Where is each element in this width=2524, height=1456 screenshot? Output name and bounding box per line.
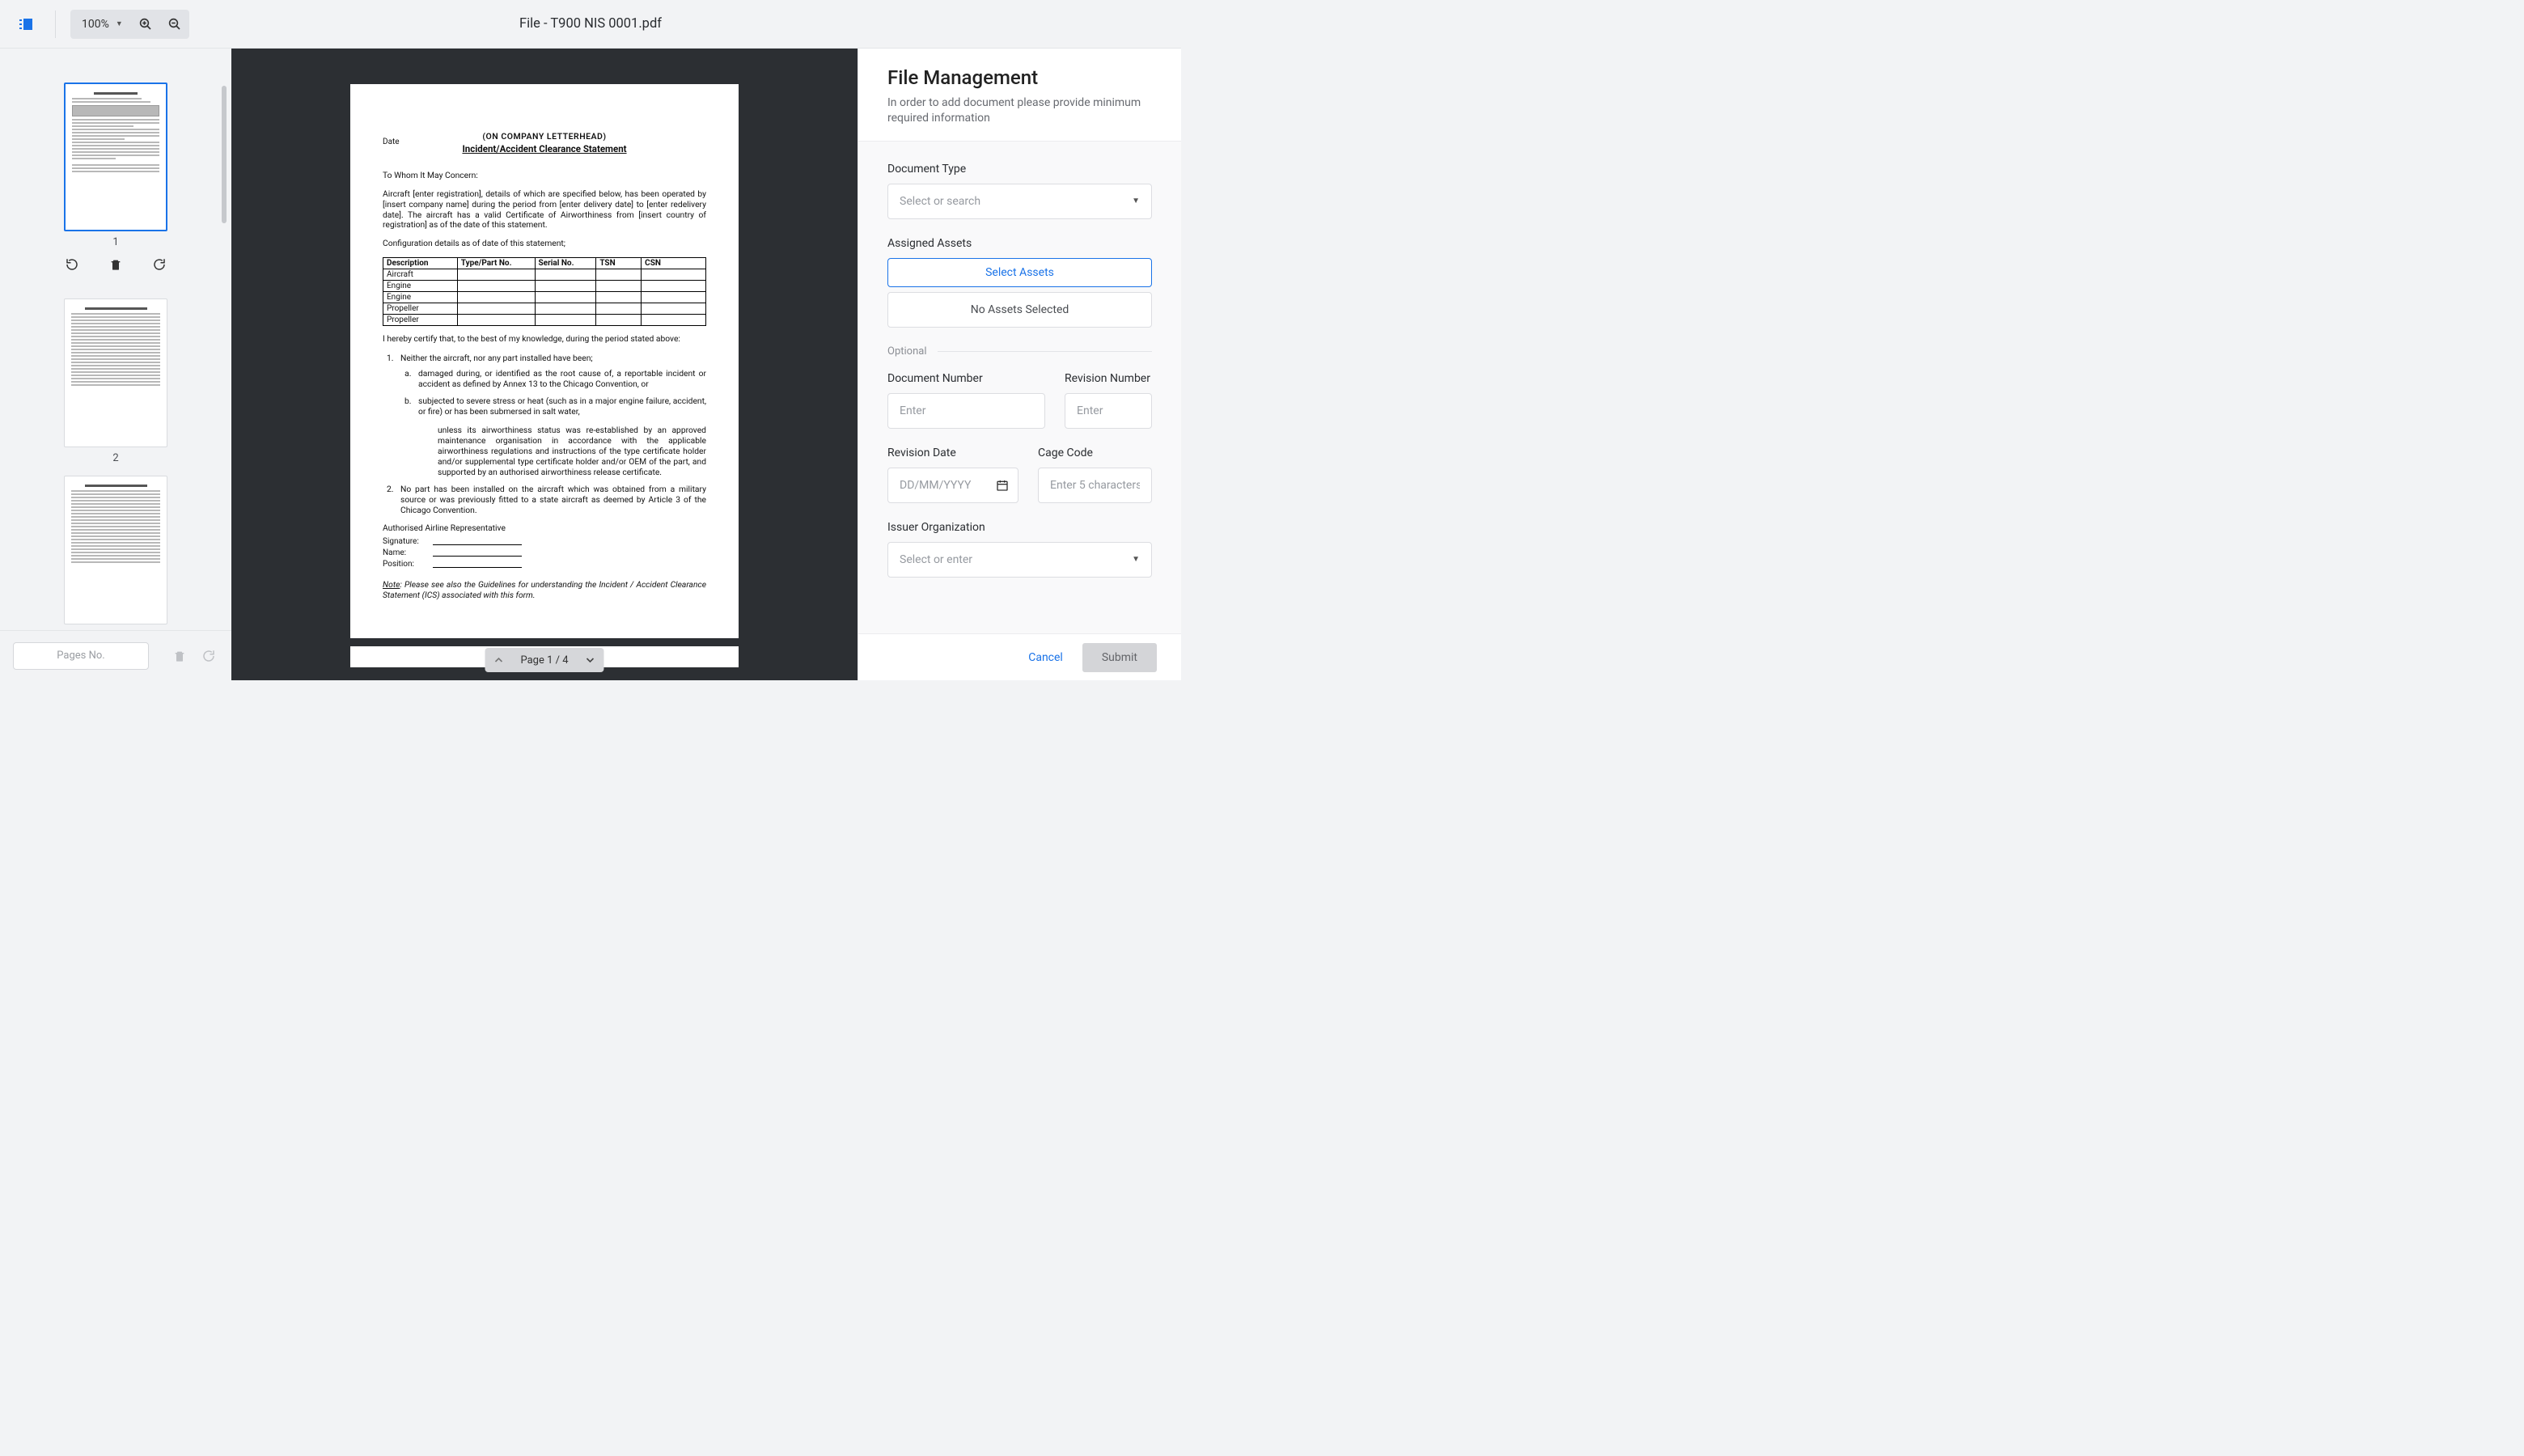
thumbnail-page-2[interactable] (64, 298, 167, 447)
toolbar: 100% ▼ File - T900 NIS 0001.pdf (0, 0, 1181, 49)
salutation: To Whom It May Concern: (383, 171, 706, 181)
page-prev-button[interactable] (488, 650, 509, 671)
rotate-right-icon[interactable] (148, 253, 171, 276)
doc-title: Incident/Accident Clearance Statement (383, 143, 706, 154)
cancel-button[interactable]: Cancel (1028, 651, 1063, 664)
thumbnail-page-3[interactable] (64, 476, 167, 624)
page-next-button[interactable] (580, 650, 601, 671)
note: Note: Please see also the Guidelines for… (383, 580, 706, 601)
issuer-label: Issuer Organization (887, 521, 1152, 534)
page-indicator: Page 1 / 4 (515, 654, 573, 667)
thumbnail-panel: 1 2 (0, 49, 231, 680)
config-table: Description Type/Part No. Serial No. TSN… (383, 257, 706, 326)
panel-toggle-icon[interactable] (11, 10, 40, 39)
paragraph: Aircraft [enter registration], details o… (383, 189, 706, 231)
thumb-label: 1 (28, 236, 204, 248)
doc-type-label: Document Type (887, 163, 1152, 176)
zoom-in-button[interactable] (131, 10, 160, 39)
assets-label: Assigned Assets (887, 237, 1152, 250)
document-preview: Date (ON COMPANY LETTERHEAD) Incident/Ac… (231, 49, 858, 680)
cage-input[interactable] (1038, 468, 1152, 503)
calendar-icon[interactable] (996, 479, 1009, 492)
doc-num-label: Document Number (887, 372, 1045, 385)
doc-type-select[interactable]: Select or search ▼ (887, 184, 1152, 219)
panel-subtitle: In order to add document please provide … (887, 95, 1152, 126)
zoom-group: 100% ▼ (70, 10, 189, 39)
numbered-list: Neither the aircraft, nor any part insta… (396, 353, 706, 515)
rev-num-input[interactable] (1065, 393, 1152, 429)
zoom-out-button[interactable] (160, 10, 189, 39)
panel-title: File Management (887, 66, 1152, 89)
select-assets-button[interactable]: Select Assets (887, 258, 1152, 287)
config-intro: Configuration details as of date of this… (383, 239, 706, 249)
letterhead: (ON COMPANY LETTERHEAD) (383, 131, 706, 142)
issuer-select[interactable]: Select or enter ▼ (887, 542, 1152, 578)
zoom-select[interactable]: 100% ▼ (70, 10, 131, 39)
rotate-right-icon[interactable] (199, 646, 218, 666)
date-label: Date (383, 138, 400, 146)
cage-label: Cage Code (1038, 447, 1152, 459)
thumb-actions (28, 253, 204, 276)
chevron-down-icon: ▼ (116, 19, 123, 28)
pages-input[interactable] (13, 642, 149, 670)
rev-num-label: Revision Number (1065, 372, 1152, 385)
assets-empty-state: No Assets Selected (887, 292, 1152, 328)
thumbs-footer (0, 630, 231, 680)
chevron-down-icon: ▼ (1132, 555, 1140, 564)
rev-date-label: Revision Date (887, 447, 1018, 459)
submit-button[interactable]: Submit (1082, 643, 1157, 672)
optional-divider: Optional (887, 345, 1152, 358)
file-management-panel: File Management In order to add document… (858, 49, 1181, 680)
scrollbar[interactable] (222, 86, 227, 223)
thumbnail-page-1[interactable] (64, 83, 167, 231)
chevron-down-icon: ▼ (1132, 197, 1140, 205)
divider (55, 11, 56, 38)
delete-icon[interactable] (104, 253, 127, 276)
rotate-left-icon[interactable] (61, 253, 83, 276)
thumb-label: 2 (28, 452, 204, 464)
zoom-label: 100% (82, 18, 109, 31)
doc-num-input[interactable] (887, 393, 1045, 429)
page-navigator: Page 1 / 4 (485, 648, 603, 672)
page-1: Date (ON COMPANY LETTERHEAD) Incident/Ac… (350, 84, 739, 638)
delete-icon[interactable] (170, 646, 189, 666)
certify: I hereby certify that, to the best of my… (383, 334, 706, 345)
signature-block: Authorised Airline Representative Signat… (383, 523, 706, 569)
